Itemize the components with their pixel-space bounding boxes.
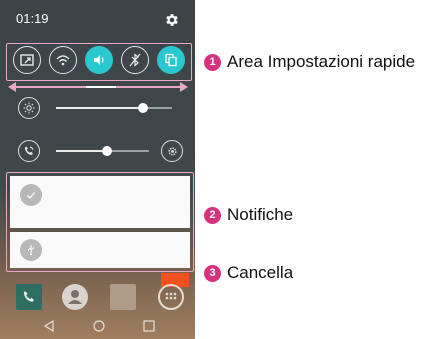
callout-number: 2 (204, 206, 221, 224)
messages-icon[interactable] (110, 284, 136, 310)
ringtone-volume-slider-fill (56, 150, 108, 152)
callout-label: Notifiche (227, 205, 294, 224)
apps-icon[interactable] (158, 284, 184, 310)
notifications-highlight (6, 172, 194, 272)
brightness-slider-thumb[interactable] (138, 103, 148, 113)
callout-label: Cancella (227, 263, 294, 282)
callout-notifications: 2 Notifiche (204, 204, 293, 226)
ringtone-volume-slider-thumb[interactable] (102, 146, 113, 156)
callout-number: 1 (204, 53, 221, 71)
brightness-icon (18, 97, 40, 119)
callout-quick-settings: 1 Area Impostazioni rapide (204, 51, 415, 73)
brightness-slider[interactable] (56, 103, 172, 113)
navigation-bar (0, 312, 195, 339)
callout-number: 3 (204, 264, 221, 282)
back-icon[interactable] (42, 319, 56, 333)
recents-icon[interactable] (142, 319, 156, 333)
ringtone-volume-slider[interactable] (56, 146, 149, 156)
phone-icon[interactable] (16, 284, 42, 310)
phone-screen: 01:19 (0, 0, 195, 339)
gear-icon[interactable] (164, 12, 180, 28)
contacts-icon[interactable] (62, 284, 88, 310)
callout-label: Area Impostazioni rapide (227, 52, 416, 71)
home-icon[interactable] (92, 319, 106, 333)
volume-settings-button[interactable] (161, 140, 183, 162)
scroll-indicator-arrow (8, 82, 188, 92)
status-clock: 01:19 (16, 11, 49, 26)
gear-icon (167, 146, 177, 156)
ringtone-volume-row (10, 138, 186, 166)
brightness-slider-fill (56, 107, 143, 109)
status-bar: 01:19 (0, 0, 195, 36)
brightness-slider-row (10, 95, 186, 123)
callout-clear: 3 Cancella (204, 262, 293, 284)
quick-settings-highlight (6, 43, 192, 81)
phone-volume-icon (18, 140, 40, 162)
